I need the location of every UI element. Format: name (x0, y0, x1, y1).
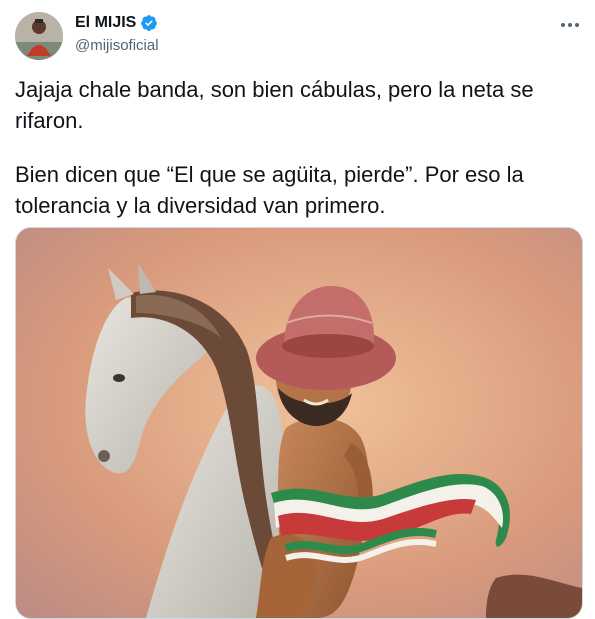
avatar[interactable] (15, 12, 63, 60)
more-dot-icon (561, 23, 565, 27)
tweet-card: El MIJIS @mijisoficial Jajaja chale band… (0, 0, 595, 619)
more-dot-icon (568, 23, 572, 27)
tweet-paragraph: Jajaja chale banda, son bien cábulas, pe… (15, 77, 534, 133)
tweet-media[interactable] (15, 227, 583, 619)
tweet-text: Jajaja chale banda, son bien cábulas, pe… (15, 74, 575, 221)
verified-badge-icon (141, 15, 158, 31)
name-row: El MIJIS (75, 14, 158, 32)
user-avatar-icon (15, 12, 63, 60)
painting-image-icon (16, 228, 582, 618)
handle[interactable]: @mijisoficial (75, 37, 159, 54)
more-dot-icon (575, 23, 579, 27)
more-options-button[interactable] (559, 16, 581, 34)
tweet-paragraph: Bien dicen que “El que se agüita, pierde… (15, 162, 524, 218)
display-name[interactable]: El MIJIS (75, 14, 136, 32)
